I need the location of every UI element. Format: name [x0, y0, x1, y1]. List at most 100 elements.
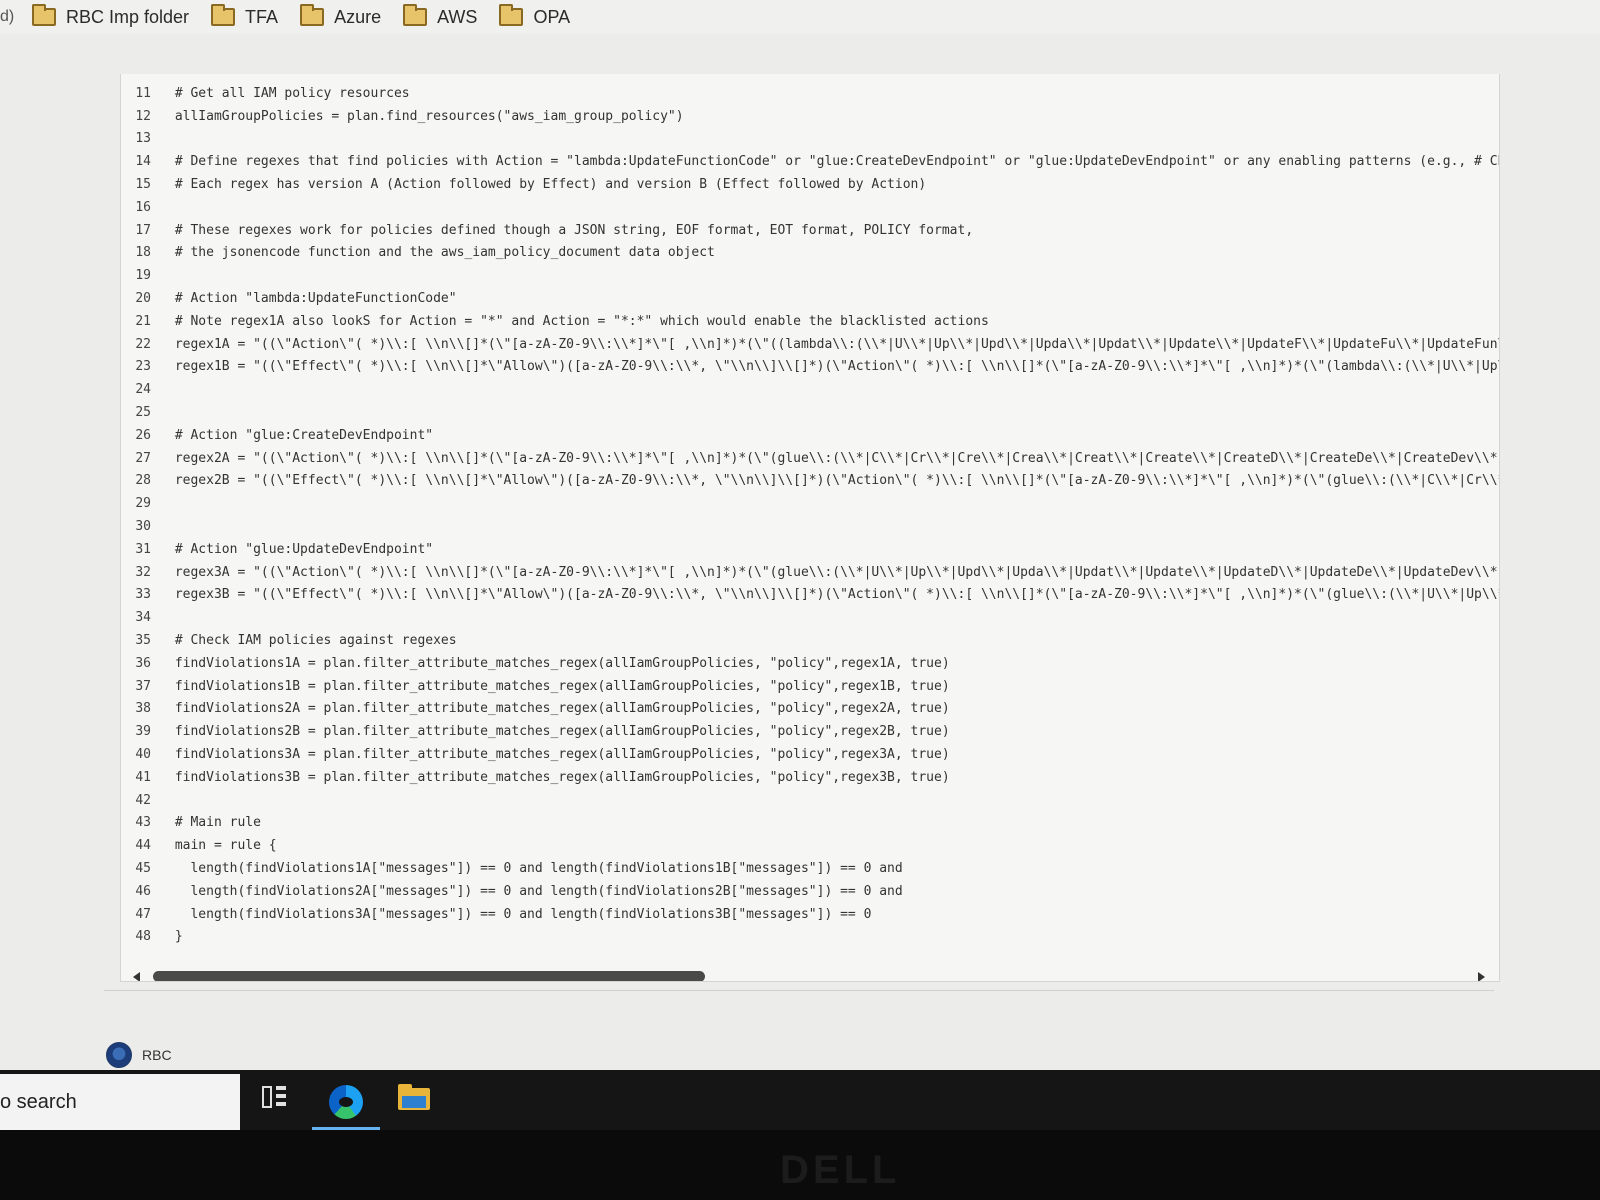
bookmarks-edge-glyph: d)	[0, 8, 15, 25]
edge-logo	[329, 1085, 363, 1119]
line-number: 31	[135, 541, 151, 557]
code-text: }	[167, 929, 183, 945]
bookmark-label: RBC Imp folder	[66, 6, 190, 27]
code-text: findViolations3A = plan.filter_attribute…	[167, 747, 950, 762]
code-text: main = rule {	[167, 838, 277, 854]
bookmarks-bar: d) RBC Imp folder TFA Azure AWS OPA	[0, 0, 1600, 34]
line-number: 42	[135, 792, 151, 808]
code-text: allIamGroupPolicies = plan.find_resource…	[167, 108, 684, 124]
code-line: 11 # Get all IAM policy resources	[121, 82, 1499, 105]
line-number: 16	[135, 199, 151, 215]
code-text: regex1A = "((\"Action\"( *)\\:[ \\n\\[]*…	[167, 336, 1500, 352]
code-line: 47 length(findViolations3A["messages"]) …	[121, 903, 1499, 926]
bookmark-opa[interactable]: OPA	[499, 4, 571, 28]
line-number: 29	[135, 496, 151, 512]
line-number: 46	[135, 883, 151, 899]
bookmark-aws[interactable]: AWS	[403, 4, 477, 28]
code-line: 28 regex2B = "((\"Effect\"( *)\\:[ \\n\\…	[121, 470, 1500, 493]
code-line: 16	[121, 196, 1499, 219]
code-text: regex3B = "((\"Effect\"( *)\\:[ \\n\\[]*…	[167, 587, 1500, 603]
scroll-right-icon[interactable]	[1478, 972, 1485, 981]
line-number: 39	[135, 724, 151, 740]
bookmark-label: OPA	[533, 6, 571, 27]
folder-icon	[499, 4, 524, 26]
code-line: 19	[121, 264, 1499, 287]
line-number: 40	[135, 747, 151, 762]
edge-browser-icon[interactable]	[312, 1074, 380, 1130]
code-line: 24	[121, 378, 1499, 401]
line-number: 33	[135, 587, 151, 603]
code-text: regex2B = "((\"Effect\"( *)\\:[ \\n\\[]*…	[167, 473, 1500, 489]
folder-icon	[403, 4, 428, 26]
task-view-icon[interactable]	[262, 1086, 288, 1110]
code-line: 36 findViolations1A = plan.filter_attrib…	[121, 652, 1499, 675]
scroll-left-icon[interactable]	[133, 972, 140, 981]
code-text: regex3A = "((\"Action\"( *)\\:[ \\n\\[]*…	[167, 564, 1500, 580]
search-text: o search	[0, 1090, 77, 1113]
line-number: 20	[135, 291, 151, 307]
line-number: 22	[135, 336, 151, 352]
folder-icon	[300, 4, 325, 26]
code-text: findViolations1B = plan.filter_attribute…	[167, 678, 950, 694]
code-line: 45 length(findViolations1A["messages"]) …	[121, 857, 1499, 880]
line-number: 34	[135, 610, 151, 626]
horizontal-scrollbar[interactable]	[131, 970, 1491, 981]
line-number: 44	[135, 838, 151, 854]
bookmark-label: TFA	[245, 6, 279, 27]
code-text: findViolations1A = plan.filter_attribute…	[167, 655, 950, 671]
line-number: 41	[135, 769, 151, 785]
taskbar-search-input[interactable]: o search	[0, 1074, 240, 1130]
device-brand-logo: DELL	[780, 1148, 901, 1192]
code-text: # Main rule	[167, 815, 261, 831]
code-line: 21 # Note regex1A also lookS for Action …	[121, 310, 1499, 333]
code-text: # Action "glue:CreateDevEndpoint"	[167, 427, 434, 443]
code-line: 17 # These regexes work for policies def…	[121, 219, 1499, 242]
line-number: 15	[135, 177, 151, 193]
line-number: 14	[135, 154, 151, 170]
code-line: 23 regex1B = "((\"Effect\"( *)\\:[ \\n\\…	[121, 356, 1500, 379]
code-line: 35 # Check IAM policies against regexes	[121, 629, 1499, 652]
code-text: # the jsonencode function and the aws_ia…	[167, 245, 715, 261]
page-content: 11 # Get all IAM policy resources 12 allI…	[0, 34, 1600, 1070]
code-line: 44 main = rule {	[121, 834, 1499, 857]
bookmark-rbc-imp-folder[interactable]: RBC Imp folder	[32, 4, 190, 28]
line-number: 30	[135, 519, 151, 535]
code-line: 30	[121, 515, 1499, 538]
code-line: 25	[121, 401, 1499, 424]
scrollbar-thumb[interactable]	[153, 971, 705, 981]
code-line: 13	[121, 128, 1499, 151]
code-text: # Each regex has version A (Action follo…	[167, 177, 927, 193]
code-line: 42	[121, 789, 1499, 812]
divider	[104, 990, 1494, 991]
code-line: 22 regex1A = "((\"Action\"( *)\\:[ \\n\\…	[121, 333, 1500, 356]
org-label: RBC	[142, 1047, 172, 1063]
bookmark-azure[interactable]: Azure	[300, 4, 382, 28]
code-viewer[interactable]: 11 # Get all IAM policy resources 12 allI…	[120, 74, 1500, 982]
line-number: 47	[135, 906, 151, 922]
line-number: 13	[135, 131, 151, 147]
bookmark-tfa[interactable]: TFA	[211, 4, 279, 28]
bookmark-label: Azure	[334, 6, 382, 27]
code-line: 31 # Action "glue:UpdateDevEndpoint"	[121, 538, 1499, 561]
file-explorer-icon[interactable]	[398, 1084, 430, 1112]
code-text: findViolations2B = plan.filter_attribute…	[167, 724, 950, 740]
code-line: 15 # Each regex has version A (Action fo…	[121, 173, 1499, 196]
taskbar: o search	[0, 1070, 1600, 1130]
code-text: # Get all IAM policy resources	[167, 85, 410, 101]
code-line: 37 findViolations1B = plan.filter_attrib…	[121, 675, 1499, 698]
code-line: 27 regex2A = "((\"Action\"( *)\\:[ \\n\\…	[121, 447, 1499, 470]
line-number: 32	[135, 564, 151, 580]
code-text: regex1B = "((\"Effect\"( *)\\:[ \\n\\[]*…	[167, 359, 1500, 375]
line-number: 43	[135, 815, 151, 831]
folder-icon	[32, 4, 56, 26]
code-text: # Note regex1A also lookS for Action = "…	[167, 313, 989, 329]
code-line: 40 findViolations3A = plan.filter_attrib…	[121, 743, 1499, 766]
code-line: 18 # the jsonencode function and the aws…	[121, 242, 1499, 265]
code-line: 39 findViolations2B = plan.filter_attrib…	[121, 720, 1499, 743]
footer-org: RBC	[106, 1042, 172, 1068]
line-number: 36	[135, 655, 151, 671]
code-line: 46 length(findViolations2A["messages"]) …	[121, 880, 1499, 903]
line-number: 21	[135, 313, 151, 329]
code-line: 29	[121, 492, 1499, 515]
line-number: 18	[135, 245, 151, 261]
